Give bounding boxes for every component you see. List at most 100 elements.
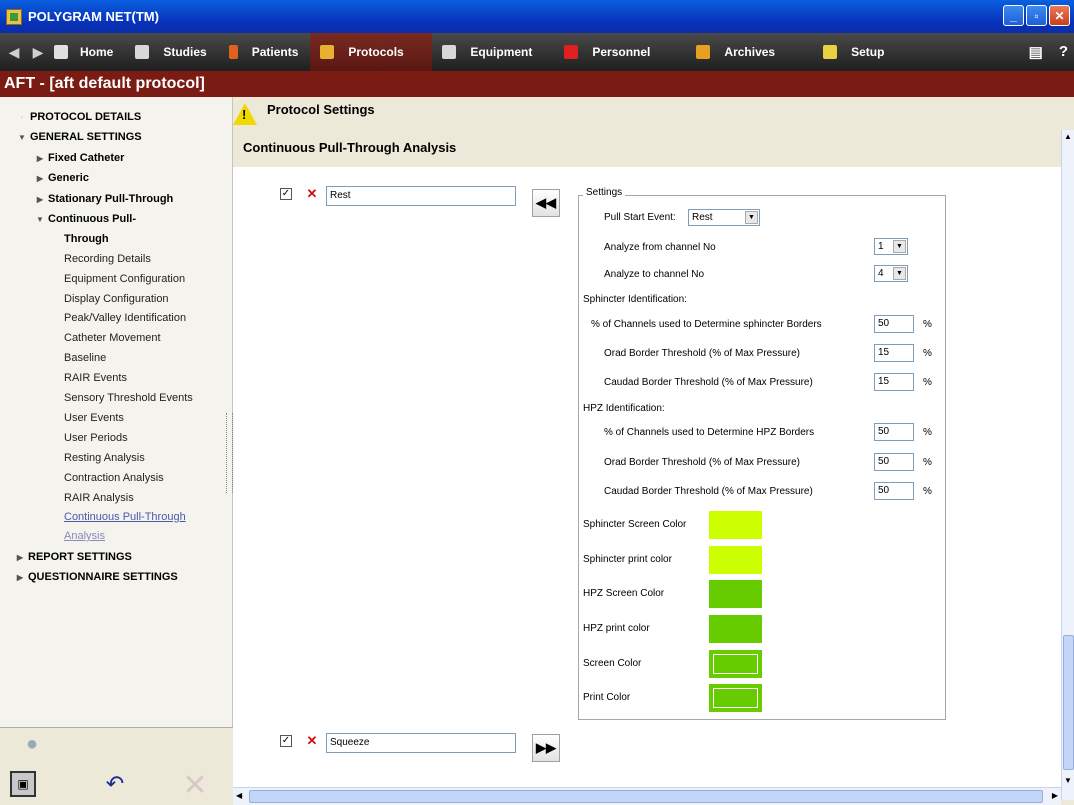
move-right-button[interactable]: ▶▶ <box>532 734 560 762</box>
percent-label: % <box>923 348 932 359</box>
tree-generic[interactable]: ▶ Generic <box>37 172 89 184</box>
tree-stationary-pull-through[interactable]: ▶ Stationary Pull-Through <box>37 193 173 205</box>
sidebar-item-contraction-analysis[interactable]: Contraction Analysis <box>64 472 164 484</box>
sidebar-item-cpt-analysis[interactable]: Continuous Pull-Through <box>64 511 186 523</box>
analyze-to-value: 4 <box>878 268 884 279</box>
delete-icon[interactable]: ✕ <box>180 769 210 802</box>
tree-label: GENERAL SETTINGS <box>30 131 142 143</box>
analyze-from-dropdown[interactable]: 1 ▼ <box>874 238 908 255</box>
chevron-down-icon: ▼ <box>893 267 906 280</box>
print-icon[interactable]: ▤ <box>1029 43 1043 61</box>
hpz-orad-label: Orad Border Threshold (% of Max Pressure… <box>604 457 801 468</box>
squeeze-checkbox[interactable]: ✓ <box>280 735 292 747</box>
percent-label: % <box>923 486 932 497</box>
rest-checkbox[interactable]: ✓ <box>280 188 292 200</box>
nav-home[interactable]: Home <box>48 33 125 71</box>
sidebar-item-resting-analysis[interactable]: Resting Analysis <box>64 452 145 464</box>
help-icon[interactable]: ? <box>1059 43 1068 61</box>
hpz-caudad-label: Caudad Border Threshold (% of Max Pressu… <box>604 486 813 497</box>
minimize-button[interactable]: _ <box>1003 5 1024 26</box>
move-left-button[interactable]: ◀◀ <box>532 189 560 217</box>
sidebar-toolbar: ● ▣ ↶ ✕ <box>0 727 233 805</box>
squeeze-remove-icon[interactable]: ✕ <box>306 734 318 747</box>
sph-channels-input[interactable]: 50 <box>874 315 914 333</box>
tree-protocol-details[interactable]: · PROTOCOL DETAILS <box>14 111 142 123</box>
hpz-print-color-swatch[interactable] <box>709 615 762 643</box>
hpz-screen-color-swatch[interactable] <box>709 580 762 608</box>
sidebar-item-equipment-configuration[interactable]: Equipment Configuration <box>64 273 185 285</box>
back-arrow-icon[interactable]: ◀ <box>4 44 24 61</box>
chevron-right-icon: ▶ <box>16 552 24 562</box>
sph-caudad-input[interactable]: 15 <box>874 373 914 391</box>
sidebar-item-baseline[interactable]: Baseline <box>64 352 106 364</box>
analyze-to-dropdown[interactable]: 4 ▼ <box>874 265 908 282</box>
nav-personnel[interactable]: Personnel <box>544 33 662 71</box>
horizontal-scrollbar[interactable]: ◀ ▶ <box>233 787 1061 805</box>
tree-continuous-pull-through[interactable]: ▼ Continuous Pull- <box>36 213 136 225</box>
pull-start-dropdown[interactable]: Rest ▼ <box>688 209 760 226</box>
hpz-orad-input[interactable]: 50 <box>874 453 914 471</box>
analyze-from-value: 1 <box>878 241 884 252</box>
splitter-handle[interactable] <box>226 413 233 493</box>
nav-label: Setup <box>851 45 885 59</box>
sidebar-item-recording-details[interactable]: Recording Details <box>64 253 151 265</box>
hpz-caudad-input[interactable]: 50 <box>874 482 914 500</box>
squeeze-input[interactable]: Squeeze <box>326 733 516 753</box>
save-icon[interactable]: ▣ <box>10 771 36 797</box>
chevron-down-icon: ▼ <box>893 240 906 253</box>
hpz-channels-input[interactable]: 50 <box>874 423 914 441</box>
sphincter-print-color-label: Sphincter print color <box>583 554 672 565</box>
rest-remove-icon[interactable]: ✕ <box>306 187 318 200</box>
close-button[interactable]: ✕ <box>1049 5 1070 26</box>
sphincter-print-color-swatch[interactable] <box>709 546 762 574</box>
vertical-scroll-thumb[interactable] <box>1063 635 1074 770</box>
bullet-icon: · <box>20 112 24 122</box>
tree-questionnaire-settings[interactable]: ▶ QUESTIONNAIRE SETTINGS <box>17 571 178 583</box>
scroll-up-icon[interactable]: ▲ <box>1064 132 1072 141</box>
sidebar-item-display-configuration[interactable]: Display Configuration <box>64 293 169 305</box>
sidebar-item-rair-analysis[interactable]: RAIR Analysis <box>64 492 134 504</box>
percent-label: % <box>923 377 932 388</box>
warning-mark: ! <box>242 107 247 122</box>
nav-setup[interactable]: Setup <box>787 33 896 71</box>
nav-studies[interactable]: Studies <box>125 33 218 71</box>
tree-report-settings[interactable]: ▶ REPORT SETTINGS <box>17 551 132 563</box>
nav-equipment[interactable]: Equipment <box>432 33 544 71</box>
sphincter-screen-color-label: Sphincter Screen Color <box>583 519 687 530</box>
undo-icon[interactable]: ↶ <box>100 771 130 797</box>
percent-label: % <box>923 427 932 438</box>
print-color-swatch[interactable] <box>709 684 762 712</box>
restore-button[interactable]: ▫ <box>1026 5 1047 26</box>
nav-label: Personnel <box>592 45 651 59</box>
scroll-left-icon[interactable]: ◀ <box>236 791 242 800</box>
horizontal-scroll-thumb[interactable] <box>249 790 1043 803</box>
sph-orad-input[interactable]: 15 <box>874 344 914 362</box>
sidebar-item-cpt-analysis-2[interactable]: Analysis <box>64 530 105 542</box>
forward-arrow-icon[interactable]: ▶ <box>28 44 48 61</box>
tree-fixed-catheter[interactable]: ▶ Fixed Catheter <box>37 152 125 164</box>
main-header: ! Protocol Settings Continuous Pull-Thro… <box>233 97 1074 167</box>
tree-continuous-pull-through-2[interactable]: Through <box>64 233 109 245</box>
sidebar-item-sensory-threshold[interactable]: Sensory Threshold Events <box>64 392 193 404</box>
add-icon[interactable]: ● <box>20 732 44 756</box>
hpz-channels-label: % of Channels used to Determine HPZ Bord… <box>604 427 815 438</box>
sphincter-screen-color-swatch[interactable] <box>709 511 762 539</box>
screen-color-swatch[interactable] <box>709 650 762 678</box>
nav-label: Home <box>80 45 114 59</box>
sidebar-item-peak-valley[interactable]: Peak/Valley Identification <box>64 312 186 324</box>
sidebar-item-rair-events[interactable]: RAIR Events <box>64 372 127 384</box>
nav-protocols[interactable]: Protocols <box>310 33 433 71</box>
rest-input[interactable]: Rest <box>326 186 516 206</box>
chevron-right-icon: ▶ <box>36 194 44 204</box>
scroll-down-icon[interactable]: ▼ <box>1064 776 1072 785</box>
sidebar-item-catheter-movement[interactable]: Catheter Movement <box>64 332 161 344</box>
home-icon <box>54 45 68 59</box>
scroll-right-icon[interactable]: ▶ <box>1052 791 1058 800</box>
nav-patients[interactable]: Patients <box>219 33 311 71</box>
sidebar-item-user-periods[interactable]: User Periods <box>64 432 128 444</box>
vertical-scrollbar[interactable]: ▲ ▼ <box>1061 130 1074 800</box>
nav-archives[interactable]: Archives <box>662 33 787 71</box>
sidebar-item-user-events[interactable]: User Events <box>64 412 124 424</box>
page-title: Continuous Pull-Through Analysis <box>243 140 457 155</box>
tree-general-settings[interactable]: ▼ GENERAL SETTINGS <box>18 131 142 143</box>
